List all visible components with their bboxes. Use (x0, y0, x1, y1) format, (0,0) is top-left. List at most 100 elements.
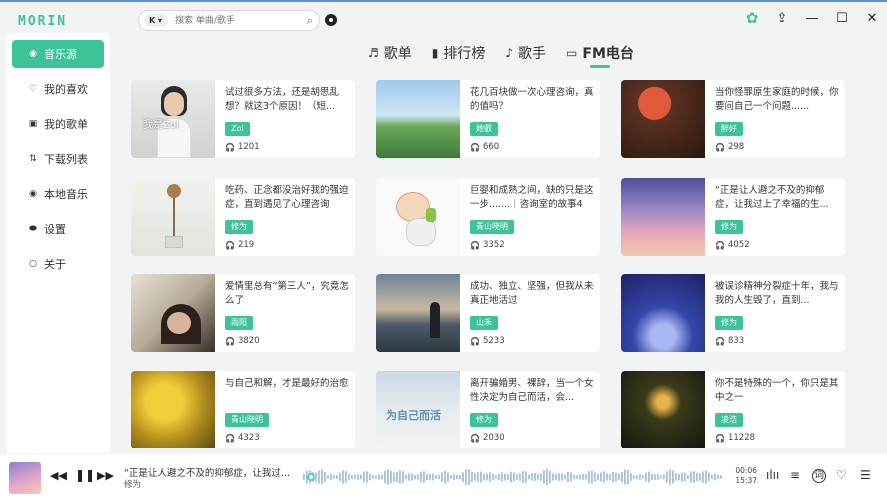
skin-icon[interactable]: ✿ (737, 7, 767, 29)
artist-icon: ♪ (505, 46, 514, 60)
tab-artists[interactable]: ♪ 歌手 (505, 40, 546, 66)
card-thumbnail (131, 274, 215, 352)
card-host-tag[interactable]: 修为 (225, 220, 253, 234)
waveform-bar (636, 475, 638, 479)
sidebar-item-label: 我的歌单 (44, 118, 88, 131)
now-playing-cover[interactable] (9, 462, 41, 494)
radio-card[interactable]: 当你怪罪原生家庭的时候，你要问自己一个问题...... 醉好 🎧 298 (621, 80, 845, 158)
card-host-tag[interactable]: 修为 (470, 413, 498, 427)
tab-fm-radio[interactable]: ▭ FM电台 (566, 40, 634, 68)
play-count: 🎧 2030 (470, 433, 505, 443)
waveform-bar (672, 470, 674, 484)
waveform-bar (333, 475, 335, 479)
waveform-bar (375, 475, 377, 479)
waveform-bar (438, 474, 440, 480)
search-icon[interactable]: ⌕ (307, 14, 313, 28)
radio-card[interactable]: 爱情里总有“第三人”，究竟怎么了 雨阳 🎧 3820 (131, 274, 355, 352)
radio-card[interactable]: 巨婴和成熟之间，缺的只是这一步.......｜咨询室的故事4 青山晓明 🎧 335… (376, 178, 600, 256)
radio-card[interactable]: 花几百块做一次心理咨询，真的值吗？ 她叡 🎧 660 (376, 80, 600, 158)
card-host-tag[interactable]: 雨阳 (225, 316, 253, 330)
tab-playlists[interactable]: ♬ 歌单 (368, 40, 412, 66)
radio-card[interactable]: 我是Zoi 试过很多方法，还是胡思乱想？就这3个原因！（短... Zoi 🎧 12… (131, 80, 355, 158)
card-host-tag[interactable]: 修为 (715, 316, 743, 330)
waveform-bar (588, 471, 590, 483)
waveform-bar (447, 472, 449, 482)
progress-waveform[interactable] (303, 466, 723, 488)
music-source-icon: ◉ (29, 49, 37, 59)
sidebar-item-music-source[interactable]: ◉ 音乐源 (12, 40, 104, 68)
card-title: 成功、独立、坚强，但我从未真正地活过 (470, 281, 594, 306)
waveform-bar (630, 473, 632, 481)
waveform-bar (522, 471, 524, 483)
next-icon[interactable]: ▶▶ (97, 469, 114, 482)
radio-card[interactable]: 你不是特殊的一个，你只是其中之一 凌浩 🎧 11228 (621, 371, 845, 448)
source-selector[interactable]: K ▾ (144, 14, 168, 27)
waveform-bar (435, 475, 437, 479)
waveform-bar (597, 473, 599, 481)
card-host-tag[interactable]: 她叡 (470, 122, 498, 136)
waveform-bar (639, 474, 641, 480)
radio-card[interactable]: 被误诊精神分裂症十年，我与我的人生毁了，直到... 修为 🎧 833 (621, 274, 845, 352)
card-host-tag[interactable]: 凌浩 (715, 413, 743, 427)
radio-card[interactable]: 吃药、正念都没治好我的强迫症，直到遇见了心理咨询 修为 🎧 219 (131, 178, 355, 256)
card-title: 试过很多方法，还是胡思乱想？就这3个原因！（短... (225, 87, 340, 112)
sidebar-item-local-music[interactable]: ◉ 本地音乐 (12, 180, 104, 208)
sidebar-item-favorites[interactable]: ♡ 我的喜欢 (12, 75, 104, 103)
play-count-value: 2030 (482, 433, 505, 443)
card-thumbnail (621, 178, 705, 256)
mini-mode-icon[interactable]: ⇪ (767, 7, 797, 29)
tab-charts[interactable]: ▮ 排行榜 (432, 40, 486, 66)
waveform-bar (459, 474, 461, 480)
card-host-tag[interactable]: 青山晓明 (225, 413, 269, 427)
card-host-tag[interactable]: 醉好 (715, 122, 743, 136)
search-input[interactable] (175, 13, 295, 28)
waveform-bar (390, 470, 392, 484)
radio-card[interactable]: 与自己和解，才是最好的治愈 青山晓明 🎧 4323 (131, 371, 355, 448)
maximize-button[interactable]: ☐ (827, 7, 857, 29)
card-thumbnail (131, 371, 215, 448)
card-host-tag[interactable]: 山禾 (470, 316, 498, 330)
source-label: K (149, 16, 156, 25)
waveform-bar (378, 474, 380, 480)
card-thumbnail (621, 371, 705, 448)
card-host-tag[interactable]: 修为 (715, 220, 743, 234)
waveform-bar (483, 473, 485, 481)
play-count: 🎧 1201 (225, 142, 260, 152)
play-queue-icon[interactable]: ☰ (860, 468, 871, 482)
minimize-button[interactable]: — (797, 7, 827, 29)
progress-handle[interactable] (307, 473, 315, 481)
waveform-bar (366, 471, 368, 483)
card-title: 你不是特殊的一个，你只是其中之一 (715, 378, 839, 403)
waveform-bar (591, 470, 593, 484)
sound-effect-icon[interactable]: ılıı (766, 468, 779, 482)
radio-card[interactable]: “正是让人避之不及的抑郁症，让我过上了幸福的生... 修为 🎧 4052 (621, 178, 845, 256)
like-icon[interactable]: ♡ (836, 468, 847, 482)
sidebar-item-downloads[interactable]: ⇅ 下载列表 (12, 145, 104, 173)
card-title: 离开骗婚男、裸辞，当一个女性决定为自己而活，会... (470, 378, 594, 403)
sidebar-item-label: 下载列表 (44, 153, 88, 166)
waveform-bar (405, 474, 407, 480)
waveform-bar (507, 474, 509, 480)
waveform-bar (567, 471, 569, 483)
sidebar-item-playlists[interactable]: ▣ 我的歌单 (12, 110, 104, 138)
waveform-bar (357, 474, 359, 480)
waveform-bar (666, 471, 668, 483)
waveform-bar (474, 473, 476, 481)
radio-card[interactable]: 为自己而活 离开骗婚男、裸辞，当一个女性决定为自己而活，会... 修为 🎧 203… (376, 371, 600, 448)
previous-icon[interactable]: ◀◀ (50, 469, 67, 482)
waveform-bar (471, 471, 473, 483)
pause-icon[interactable]: ❚❚ (75, 468, 95, 482)
playlist-queue-icon[interactable]: ≡ (790, 468, 800, 482)
waveform-bar (675, 473, 677, 481)
record-icon[interactable] (325, 14, 337, 26)
close-button[interactable]: ✕ (857, 7, 887, 29)
waveform-bar (492, 473, 494, 481)
radio-card[interactable]: 成功、独立、坚强，但我从未真正地活过 山禾 🎧 5233 (376, 274, 600, 352)
waveform-bar (600, 472, 602, 482)
lyrics-icon[interactable]: 词 (812, 469, 826, 483)
card-host-tag[interactable]: 青山晓明 (470, 220, 514, 234)
sidebar-item-settings[interactable]: ⬬ 设置 (12, 215, 104, 243)
tab-label: FM电台 (582, 46, 634, 62)
card-host-tag[interactable]: Zoi (225, 122, 250, 136)
sidebar-item-about[interactable]: ○ 关于 (12, 250, 104, 278)
